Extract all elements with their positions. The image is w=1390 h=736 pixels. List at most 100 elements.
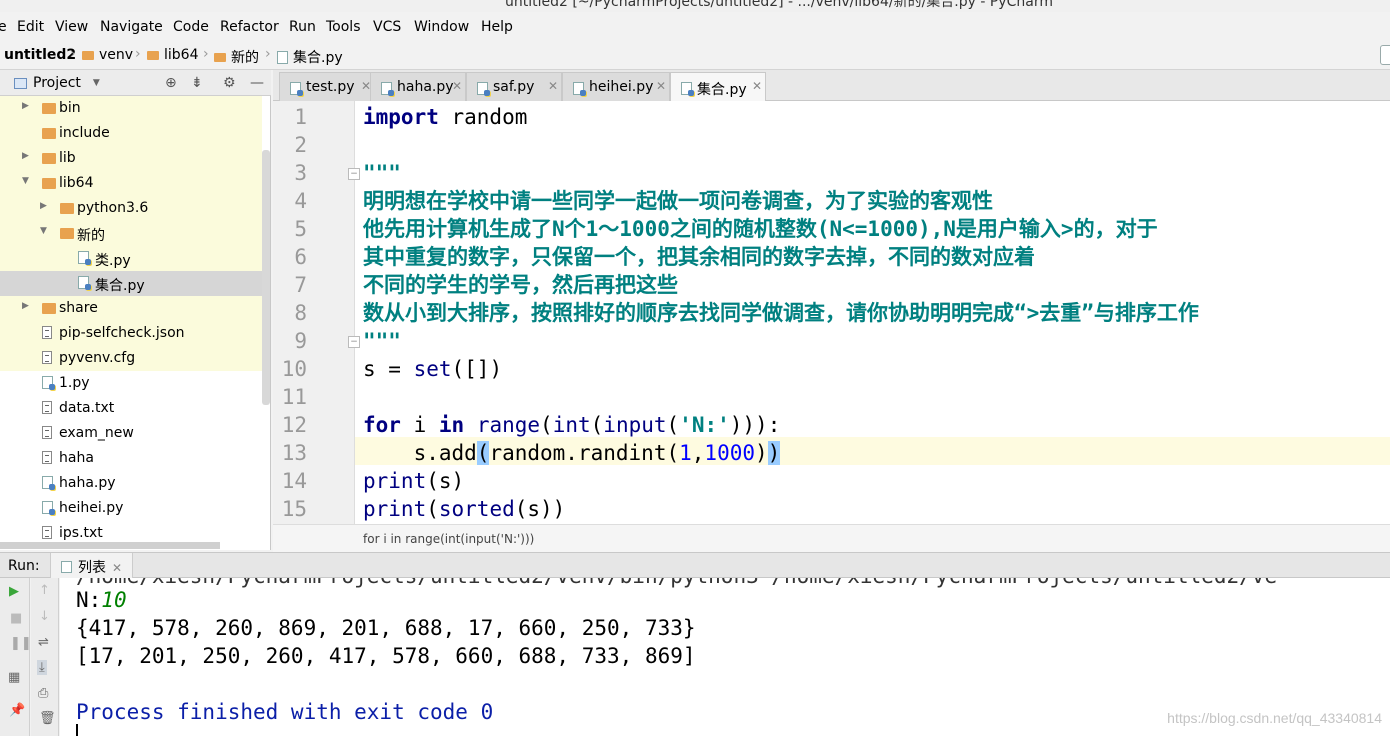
expanded-arrow-icon[interactable]: ▼ bbox=[22, 176, 29, 186]
menu-view[interactable]: View bbox=[55, 19, 88, 35]
code-line-5: 他先用计算机生成了N个1～1000之间的随机整数(N<=1000),N是用户输入… bbox=[363, 217, 1158, 241]
tree-item-label: 类.py bbox=[95, 253, 131, 269]
hide-icon[interactable]: — bbox=[250, 75, 264, 91]
structure-breadcrumb[interactable]: for i in range(int(input('N:'))) bbox=[363, 532, 534, 546]
tree-item[interactable]: ▶ bin bbox=[0, 96, 262, 121]
expanded-arrow-icon[interactable]: ▼ bbox=[40, 226, 47, 236]
up-arrow-icon[interactable]: ↑ bbox=[39, 583, 50, 598]
tree-item[interactable]: ▶ lib bbox=[0, 146, 262, 171]
scroll-to-end-icon[interactable]: ⤓ bbox=[37, 660, 47, 675]
soft-wrap-icon[interactable]: ⇌ bbox=[38, 635, 49, 650]
fold-toggle-icon[interactable]: − bbox=[348, 168, 360, 180]
code-line-12: for i in range(int(input('N:'))): bbox=[363, 413, 781, 437]
crumb-file[interactable]: 集合.py bbox=[277, 47, 343, 67]
collapsed-arrow-icon[interactable]: ▶ bbox=[40, 201, 47, 211]
run-toolbar-left: ▶ ■ ❚❚ ▦ 📌 bbox=[0, 578, 32, 736]
menu-navigate[interactable]: Navigate bbox=[100, 19, 163, 35]
collapsed-arrow-icon[interactable]: ▶ bbox=[22, 151, 29, 161]
menu-refactor[interactable]: Refactor bbox=[220, 19, 279, 35]
code-editor[interactable]: 1 2 3 4 5 6 7 8 9 10 11 12 13 14 15 − − import random … bbox=[273, 101, 1390, 524]
close-icon[interactable]: ✕ bbox=[656, 79, 666, 93]
close-icon[interactable]: ✕ bbox=[112, 561, 122, 575]
tree-item-label: exam_new bbox=[59, 425, 134, 441]
tree-item[interactable]: pyvenv.cfg bbox=[0, 346, 262, 371]
collapse-all-icon[interactable]: ⇟ bbox=[191, 75, 203, 91]
crumb-venv[interactable]: venv bbox=[82, 47, 133, 63]
menu-edit[interactable]: Edit bbox=[17, 19, 44, 35]
folder-icon bbox=[60, 203, 74, 214]
project-view-selector[interactable]: Project ▼ bbox=[14, 75, 100, 91]
line-number: 10 bbox=[281, 357, 307, 381]
line-number: 2 bbox=[294, 133, 307, 157]
collapsed-arrow-icon[interactable]: ▶ bbox=[22, 301, 29, 311]
editor-tab[interactable]: 集合.py ✕ bbox=[670, 72, 766, 102]
scroll-from-source-icon[interactable]: ⊕ bbox=[165, 75, 177, 91]
editor-tab-label: 集合.py bbox=[697, 82, 747, 98]
down-arrow-icon[interactable]: ↓ bbox=[39, 609, 50, 624]
line-number: 9 bbox=[294, 329, 307, 353]
tree-item[interactable]: 类.py bbox=[0, 246, 262, 271]
close-icon[interactable]: ✕ bbox=[452, 79, 462, 93]
tree-item[interactable]: 1.py bbox=[0, 371, 262, 396]
menu-help[interactable]: Help bbox=[481, 19, 513, 35]
print-icon[interactable]: ⎙ bbox=[38, 686, 48, 701]
folder-icon bbox=[147, 50, 159, 60]
menu-run[interactable]: Run bbox=[289, 19, 316, 35]
editor-tab-label: test.py bbox=[306, 79, 355, 95]
tree-item[interactable]: heihei.py bbox=[0, 496, 262, 521]
tree-item[interactable]: exam_new bbox=[0, 421, 262, 446]
python-file-icon bbox=[477, 82, 490, 96]
line-number: 8 bbox=[294, 301, 307, 325]
rerun-icon[interactable]: ▶ bbox=[9, 584, 19, 599]
tree-item-label: 新的 bbox=[77, 228, 105, 244]
tree-item[interactable]: ▶ python3.6 bbox=[0, 196, 262, 221]
code-line-4: 明明想在学校中请一些同学一起做一项问卷调查，为了实验的客观性 bbox=[363, 189, 993, 213]
tree-item[interactable]: haha bbox=[0, 446, 262, 471]
tree-item[interactable]: ▼ lib64 bbox=[0, 171, 262, 196]
tree-item[interactable]: pip-selfcheck.json bbox=[0, 321, 262, 346]
text-file-icon bbox=[42, 401, 52, 414]
text-file-icon bbox=[42, 351, 52, 364]
fold-toggle-icon[interactable]: − bbox=[348, 336, 360, 348]
code-line-15: print(sorted(s)) bbox=[363, 497, 566, 521]
vertical-scrollbar[interactable] bbox=[262, 150, 270, 405]
run-config-tab[interactable]: 列表 ✕ bbox=[50, 553, 134, 578]
menu-vcs[interactable]: VCS bbox=[373, 19, 401, 35]
gear-icon[interactable]: ⚙ bbox=[223, 75, 236, 91]
editor-tab[interactable]: saf.py ✕ bbox=[466, 72, 562, 101]
collapsed-arrow-icon[interactable]: ▶ bbox=[22, 101, 29, 111]
navigation-bar: untitled2 › venv › lib64 › 新的 › 集合.py bbox=[0, 42, 1390, 70]
run-console[interactable]: /home/xiesn/PycharmProjects/untitled2/ve… bbox=[60, 578, 1390, 736]
menu-code[interactable]: Code bbox=[173, 19, 209, 35]
horizontal-scrollbar[interactable] bbox=[0, 542, 220, 549]
tree-item[interactable]: include bbox=[0, 121, 262, 146]
crumb-lib64[interactable]: lib64 bbox=[147, 47, 198, 63]
tree-item[interactable]: data.txt bbox=[0, 396, 262, 421]
console-exit-message: Process finished with exit code 0 bbox=[76, 700, 494, 724]
crumb-folder-new[interactable]: 新的 bbox=[214, 47, 259, 67]
stop-icon[interactable]: ■ bbox=[10, 611, 22, 626]
pin-icon[interactable]: 📌 bbox=[9, 703, 25, 718]
editor-tab[interactable]: test.py ✕ bbox=[279, 72, 375, 101]
tree-item[interactable]: 集合.py bbox=[0, 271, 262, 296]
crumb-project[interactable]: untitled2 bbox=[4, 47, 76, 63]
tree-item[interactable]: ▼ 新的 bbox=[0, 221, 262, 246]
trash-icon[interactable]: 🗑 bbox=[39, 711, 56, 726]
tree-item[interactable]: ▶ share bbox=[0, 296, 262, 321]
tree-item-label: pyvenv.cfg bbox=[59, 350, 136, 366]
layout-icon[interactable]: ▦ bbox=[8, 670, 20, 685]
editor-tab[interactable]: haha.py ✕ bbox=[370, 72, 466, 101]
menu-window[interactable]: Window bbox=[414, 19, 469, 35]
menu-tools[interactable]: Tools bbox=[326, 19, 361, 35]
run-tab-label: 列表 bbox=[78, 560, 106, 576]
toolbar-button[interactable] bbox=[1380, 45, 1390, 65]
pause-icon[interactable]: ❚❚ bbox=[10, 636, 32, 651]
menu-file-fragment[interactable]: e bbox=[0, 19, 7, 35]
close-icon[interactable]: ✕ bbox=[752, 79, 762, 93]
tree-item-label: python3.6 bbox=[77, 200, 149, 216]
tree-item[interactable]: haha.py bbox=[0, 471, 262, 496]
editor-tab[interactable]: heihei.py ✕ bbox=[562, 72, 670, 101]
line-number: 13 bbox=[281, 441, 307, 465]
close-icon[interactable]: ✕ bbox=[548, 79, 558, 93]
line-number: 1 bbox=[294, 105, 307, 129]
